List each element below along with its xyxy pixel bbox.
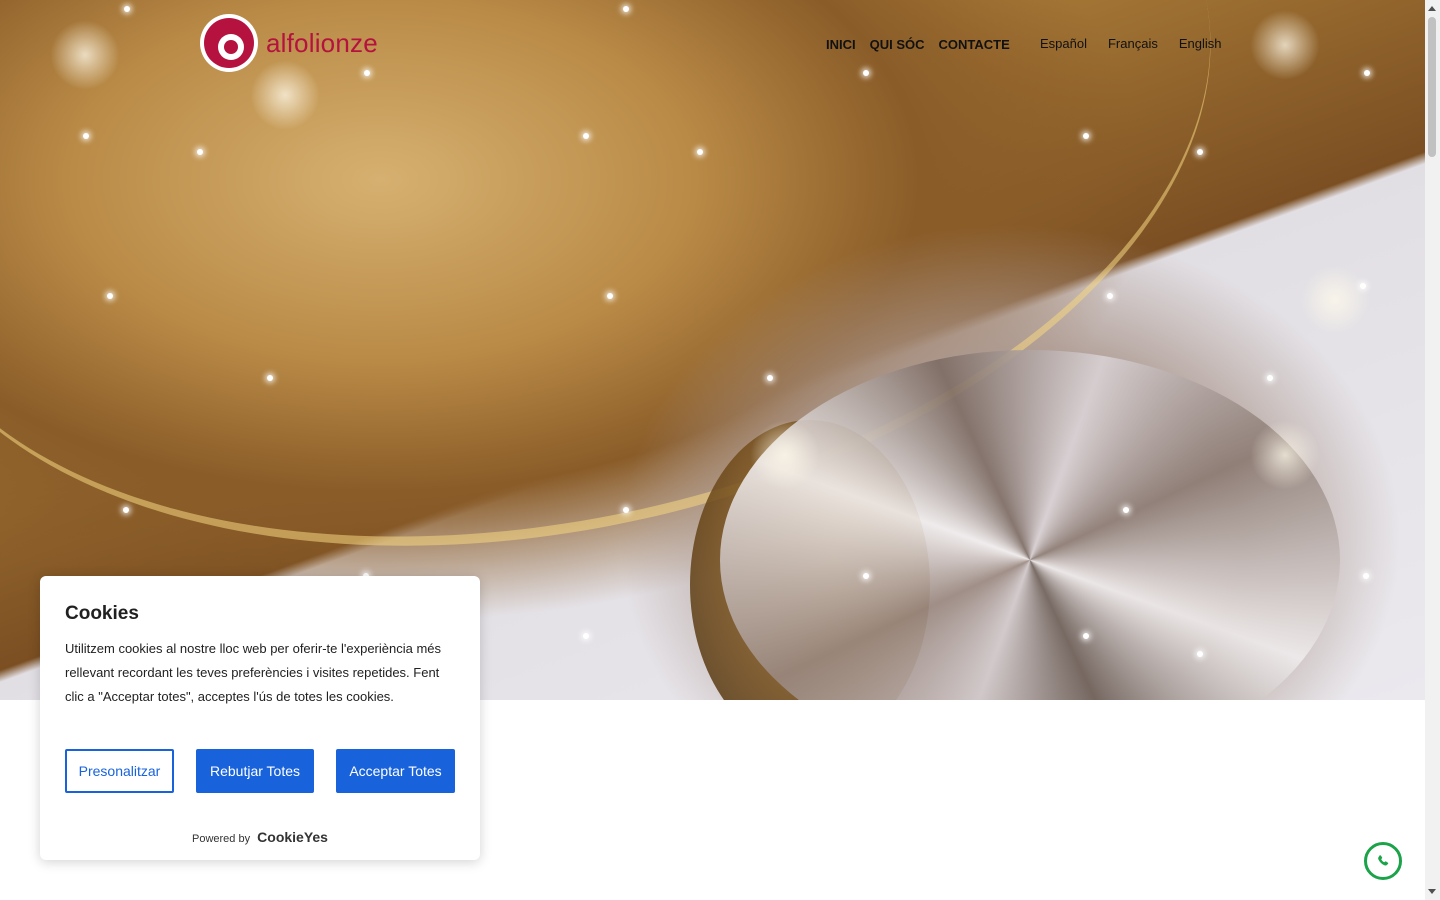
sparkle <box>623 507 629 513</box>
scrollbar-thumb[interactable] <box>1428 17 1436 157</box>
cookie-banner: Cookies Utilitzem cookies al nostre lloc… <box>40 576 480 860</box>
sparkle <box>83 133 89 139</box>
powered-by: Powered by CookieYes <box>40 829 480 845</box>
sparkle <box>863 573 869 579</box>
nav-item-contacte[interactable]: CONTACTE <box>939 37 1010 52</box>
sparkle <box>197 149 203 155</box>
site-logo[interactable]: alfolionze <box>200 14 378 72</box>
logo-text: alfolionze <box>266 27 378 58</box>
cookie-text: Utilitzem cookies al nostre lloc web per… <box>65 641 442 704</box>
sparkle <box>607 293 613 299</box>
bokeh-glow <box>750 420 820 490</box>
scroll-up-icon[interactable] <box>1428 6 1436 11</box>
bokeh-glow <box>1300 265 1370 335</box>
cookieyes-logo[interactable]: CookieYes <box>257 829 328 845</box>
sparkle <box>123 507 129 513</box>
logo-mark-icon <box>200 14 258 72</box>
reject-all-button[interactable]: Rebutjar Totes <box>196 749 314 793</box>
page-scrollbar[interactable] <box>1425 0 1440 900</box>
bokeh-glow <box>1250 420 1320 490</box>
sparkle <box>1197 651 1203 657</box>
cookie-title: Cookies <box>65 603 139 624</box>
lang-francais[interactable]: Français <box>1108 36 1158 51</box>
whatsapp-icon <box>1378 855 1389 866</box>
sparkle <box>1107 293 1113 299</box>
sparkle <box>1083 633 1089 639</box>
whatsapp-button[interactable] <box>1364 842 1402 880</box>
sparkle <box>107 293 113 299</box>
powered-by-label: Powered by <box>192 833 251 845</box>
sparkle <box>267 375 273 381</box>
sparkle <box>1197 149 1203 155</box>
site-header: alfolionze INICI QUI SÓC CONTACTE Españo… <box>0 0 1425 90</box>
sparkle <box>583 133 589 139</box>
sparkle <box>697 149 703 155</box>
sparkle <box>583 633 589 639</box>
scroll-down-icon[interactable] <box>1428 889 1436 894</box>
nav-item-inici[interactable]: INICI <box>826 37 856 52</box>
customize-button[interactable]: Presonalitzar <box>65 749 174 793</box>
sparkle <box>1123 507 1129 513</box>
sparkle <box>1083 133 1089 139</box>
nav-item-qui-soc[interactable]: QUI SÓC <box>870 37 925 52</box>
accept-all-button[interactable]: Acceptar Totes <box>336 749 455 793</box>
sparkle <box>1267 375 1273 381</box>
sparkle <box>767 375 773 381</box>
language-switcher: Español Français English <box>1040 36 1221 51</box>
main-nav: INICI QUI SÓC CONTACTE <box>826 37 1010 52</box>
lang-english[interactable]: English <box>1179 36 1222 51</box>
lang-espanol[interactable]: Español <box>1040 36 1087 51</box>
sparkle <box>1363 573 1369 579</box>
